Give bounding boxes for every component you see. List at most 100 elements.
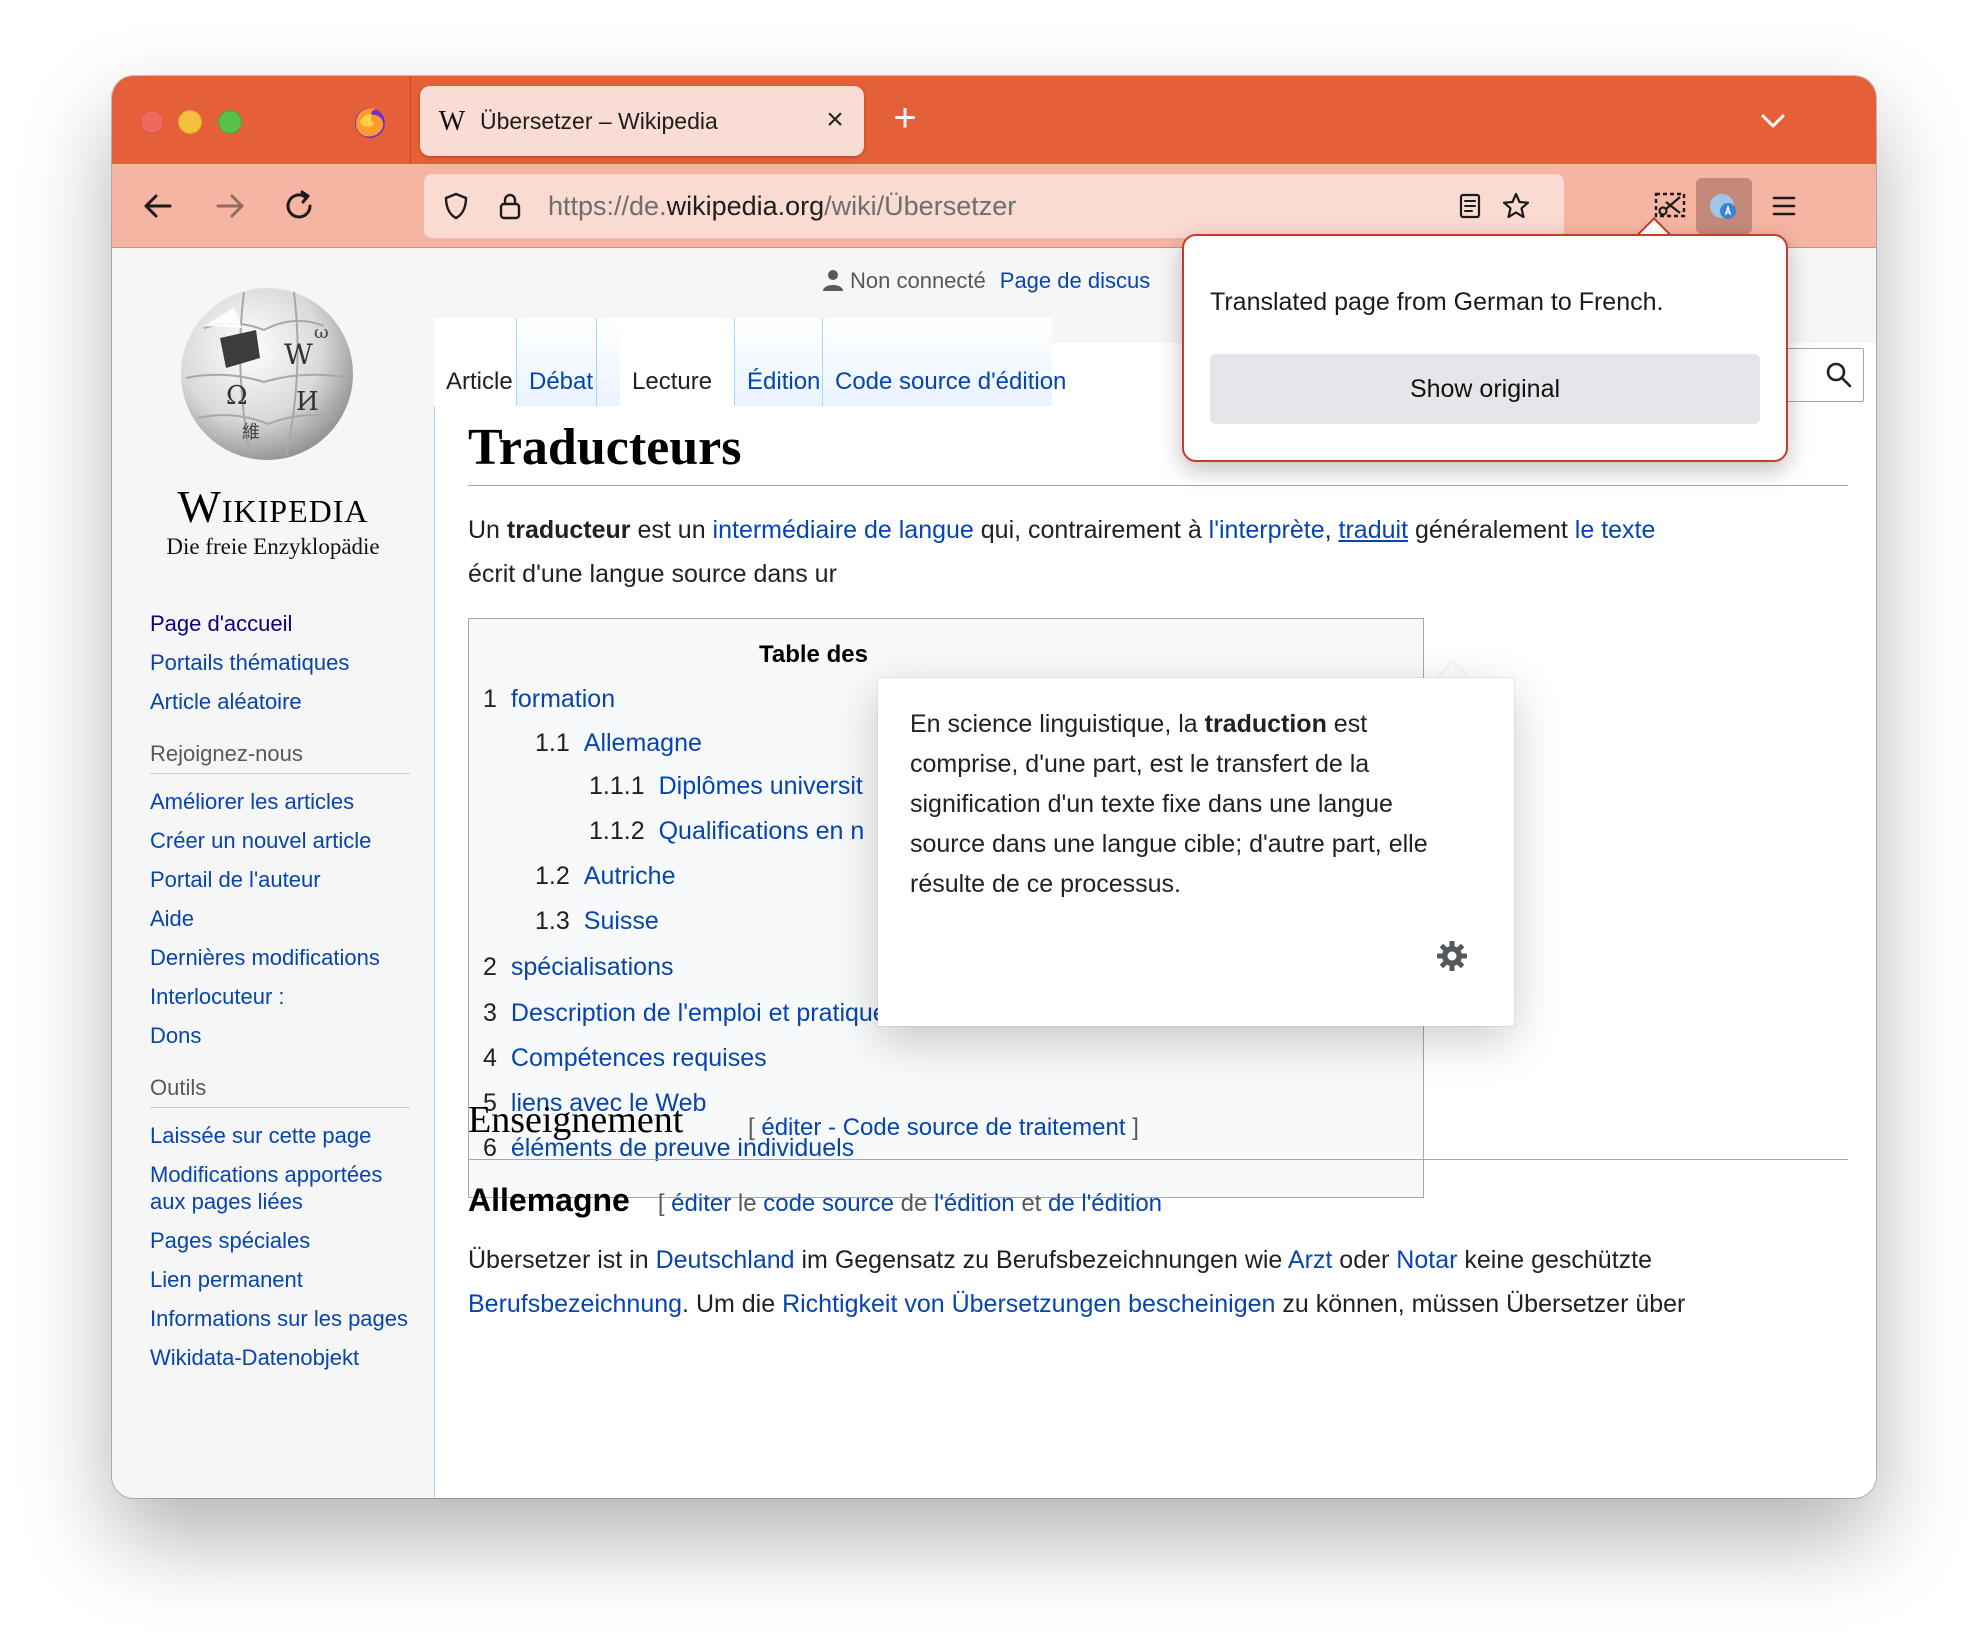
tab-title: Übersetzer – Wikipedia [480,108,718,134]
edit-source-link[interactable]: Code source de traitement [843,1114,1126,1141]
sidebar-link[interactable]: Interlocuteur : [150,977,410,1016]
minimize-window-button[interactable] [178,110,202,134]
toc-item[interactable]: 1.3 Suisse [535,907,659,936]
bookmark-star-icon[interactable] [1500,190,1532,222]
toc-number: 1.2 [535,862,570,890]
toc-link[interactable]: formation [511,685,615,713]
close-window-button[interactable] [140,110,164,134]
gear-icon[interactable] [1434,938,1470,974]
toc-link[interactable]: Suisse [584,907,659,935]
toc-link[interactable]: spécialisations [511,953,674,981]
wikipedia-wordmark[interactable]: Wikipedia [112,480,434,533]
tab-edit[interactable]: Édition [734,318,822,406]
toc-link[interactable]: Allemagne [584,729,702,757]
sidebar-link[interactable]: Lien permanent [150,1260,410,1299]
preview-text: En science linguistique, la traduction e… [910,704,1470,904]
toc-link[interactable]: Diplômes universit [659,772,863,800]
text: keine geschützte [1457,1246,1653,1274]
tab-talk[interactable]: Débat [516,318,596,406]
active-tab[interactable]: W Übersetzer – Wikipedia × [420,86,864,156]
sidebar-link[interactable]: Créer un nouvel article [150,821,410,860]
edit-link[interactable]: l'édition [934,1190,1015,1217]
back-icon[interactable] [134,182,182,230]
forward-icon[interactable] [206,182,254,230]
article-link[interactable]: Arzt [1288,1246,1332,1274]
article-link[interactable]: Deutschland [656,1246,795,1274]
talk-page-link[interactable]: Page de discus [1000,268,1150,293]
toc-item[interactable]: 1.1.1 Diplômes universit [589,772,863,801]
text: oder [1332,1246,1397,1274]
show-original-button[interactable]: Show original [1210,354,1760,424]
sidebar-link[interactable]: Wikidata-Datenobjekt [150,1338,410,1377]
bold-term: traducteur [506,516,631,544]
edit-source-link[interactable]: code source [763,1190,894,1217]
wikipedia-favicon-icon: W [438,106,466,137]
sidebar-link[interactable]: Page d'accueil [150,604,410,643]
text: . Um die [682,1290,783,1318]
tab-edit-source[interactable]: Code source d'édition [822,318,1066,406]
browser-window: W Übersetzer – Wikipedia × + https://de.… [112,76,1876,1498]
page-preview-popup[interactable]: En science linguistique, la traduction e… [878,678,1514,1026]
article-link[interactable]: l'interprète [1209,516,1325,544]
article-link[interactable]: le texte [1575,516,1656,544]
edit-link[interactable]: éditer [671,1190,731,1217]
tab-read[interactable]: Lecture [620,318,734,406]
toc-item[interactable]: 1.1 Allemagne [535,729,702,758]
shield-icon[interactable] [440,190,472,222]
lead-paragraph: Un traducteur est un intermédiaire de la… [468,508,1848,596]
toc-link[interactable]: Autriche [584,862,676,890]
translation-panel: Translated page from German to French. S… [1182,234,1788,462]
reader-view-icon[interactable] [1454,190,1486,222]
article-link[interactable]: Berufsbezeichnung [468,1290,682,1318]
url-bar[interactable]: https://de.wikipedia.org/wiki/Übersetzer [424,174,1564,238]
hovered-link[interactable]: traduit [1339,516,1408,544]
toc-link[interactable]: Compétences requises [511,1044,767,1072]
zoom-window-button[interactable] [218,110,242,134]
text: , [1324,516,1339,544]
edit-link[interactable]: de l'édition [1048,1190,1162,1217]
article-link[interactable]: Richtigkeit von Übersetzungen bescheinig… [782,1290,1275,1318]
lock-icon[interactable] [494,190,526,222]
tab-list-chevron-icon[interactable] [1750,98,1796,144]
sidebar: Page d'accueil Portails thématiques Arti… [150,604,410,1377]
sidebar-link[interactable]: Article aléatoire [150,682,410,721]
reload-icon[interactable] [276,182,324,230]
firefox-icon[interactable] [348,100,392,144]
tab-article[interactable]: Article [434,318,516,406]
url-prefix: https://de. [548,191,667,221]
toc-item[interactable]: 1 formation [483,685,615,714]
toc-item[interactable]: 1.2 Autriche [535,862,675,891]
sidebar-link[interactable]: Laissée sur cette page [150,1116,410,1155]
toc-number: 4 [483,1044,497,1072]
edit-link[interactable]: éditer [761,1114,821,1141]
toc-link[interactable]: Qualifications en n [659,817,865,845]
sidebar-link[interactable]: Aide [150,899,410,938]
wikipedia-globe-logo: W Ω И 維 ω [181,288,353,460]
search-icon[interactable] [1823,359,1855,391]
new-tab-button[interactable]: + [882,96,928,142]
close-tab-icon[interactable]: × [818,104,852,138]
text: En science linguistique, la [910,710,1205,738]
sidebar-link[interactable]: Dons [150,1016,410,1055]
sidebar-heading-join[interactable]: Rejoignez-nous [150,741,410,774]
text: est comprise, d'une part, est le transfe… [910,710,1428,898]
menu-icon[interactable] [1756,178,1812,234]
toc-item[interactable]: 2 spécialisations [483,953,674,982]
sidebar-link[interactable]: Dernières modifications [150,938,410,977]
toc-item[interactable]: 1.1.2 Qualifications en n [589,817,864,846]
text: qui, contrairement à [973,516,1209,544]
sidebar-link[interactable]: Améliorer les articles [150,782,410,821]
url-text[interactable]: https://de.wikipedia.org/wiki/Übersetzer [548,191,1016,222]
sidebar-link[interactable]: Pages spéciales [150,1221,410,1260]
sidebar-link[interactable]: Modifications apportées aux pages liées [150,1155,410,1221]
toc-item[interactable]: 4 Compétences requises [483,1044,767,1073]
translate-button[interactable] [1696,178,1752,234]
bold-term: traduction [1204,710,1327,738]
article-link[interactable]: intermédiaire de langue [713,516,974,544]
sidebar-link[interactable]: Portails thématiques [150,643,410,682]
sidebar-link[interactable]: Portail de l'auteur [150,860,410,899]
text: im Gegensatz zu Berufsbezeichnungen wie [794,1246,1288,1274]
sidebar-link[interactable]: Informations sur les pages [150,1299,410,1338]
article-link[interactable]: Notar [1396,1246,1457,1274]
sidebar-heading-tools[interactable]: Outils [150,1075,410,1108]
